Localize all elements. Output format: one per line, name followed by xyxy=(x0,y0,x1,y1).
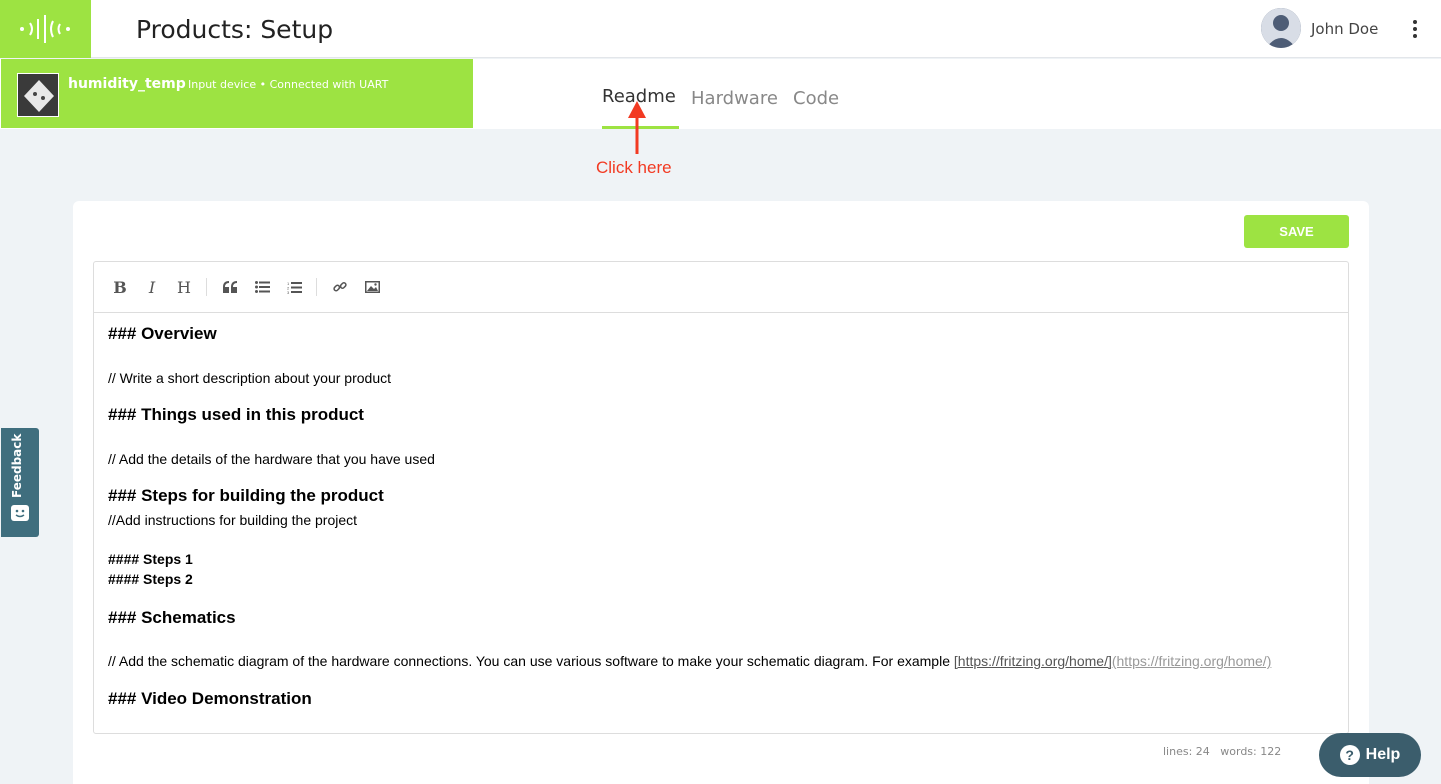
annotation-arrow-icon xyxy=(628,101,646,154)
annotation-label: Click here xyxy=(596,158,672,177)
editor-toolbar: B I H 123 xyxy=(94,262,1348,313)
heading-schematics: ### Schematics xyxy=(108,608,236,627)
avatar[interactable] xyxy=(1261,8,1301,48)
heading-steps-1: #### Steps 1 xyxy=(108,551,193,567)
svg-text:3: 3 xyxy=(287,290,290,294)
toolbar-divider xyxy=(316,278,317,296)
device-meta: Input device • Connected with UART xyxy=(188,78,389,91)
heading-steps-2: #### Steps 2 xyxy=(108,571,193,587)
kebab-menu-icon[interactable] xyxy=(1405,16,1425,42)
readme-card: SAVE B I H 123 ### Overview // Write a s… xyxy=(73,201,1369,784)
heading-icon[interactable]: H xyxy=(173,277,195,297)
text-steps: //Add instructions for building the proj… xyxy=(108,512,358,528)
user-name[interactable]: John Doe xyxy=(1311,20,1378,38)
heading-video: ### Video Demonstration xyxy=(108,689,312,708)
help-button[interactable]: ? Help xyxy=(1319,733,1421,777)
tab-code[interactable]: Code xyxy=(793,88,839,109)
heading-things: ### Things used in this product xyxy=(108,405,364,424)
tab-hardware[interactable]: Hardware xyxy=(691,88,778,109)
image-icon[interactable] xyxy=(361,277,383,297)
schematics-text: // Add the schematic diagram of the hard… xyxy=(108,653,954,669)
fritzing-link-text[interactable]: [https://fritzing.org/home/] xyxy=(954,653,1112,669)
italic-icon[interactable]: I xyxy=(141,277,163,297)
text-schematics: // Add the schematic diagram of the hard… xyxy=(108,653,1271,669)
feedback-label: Feedback xyxy=(10,433,24,498)
device-panel: humidity_temp Input device • Connected w… xyxy=(1,59,473,128)
unordered-list-icon[interactable] xyxy=(251,277,273,297)
feedback-tab[interactable]: Feedback xyxy=(1,428,39,537)
editor-stats: lines: 24 words: 122 xyxy=(1163,745,1282,758)
heading-overview: ### Overview xyxy=(108,324,217,343)
top-bar: Products: Setup John Doe xyxy=(0,0,1441,58)
toolbar-divider xyxy=(206,278,207,296)
device-name: humidity_temp xyxy=(68,76,186,92)
bold-icon[interactable]: B xyxy=(109,277,131,297)
page-title: Products: Setup xyxy=(136,15,334,44)
ordered-list-icon[interactable]: 123 xyxy=(283,277,305,297)
link-icon[interactable] xyxy=(329,277,351,297)
text-overview: // Write a short description about your … xyxy=(108,370,391,386)
device-thumbnail xyxy=(17,73,59,117)
heading-steps: ### Steps for building the product xyxy=(108,486,384,505)
sound-waves-logo-icon[interactable] xyxy=(0,0,91,58)
quote-icon[interactable] xyxy=(219,277,241,297)
text-things: // Add the details of the hardware that … xyxy=(108,451,435,467)
fritzing-link-url[interactable]: (https://fritzing.org/home/) xyxy=(1112,653,1272,669)
question-icon: ? xyxy=(1339,745,1360,765)
save-button[interactable]: SAVE xyxy=(1244,215,1349,248)
sub-bar: humidity_temp Input device • Connected w… xyxy=(0,59,1441,129)
feedback-smiley-icon xyxy=(11,505,29,521)
markdown-editor[interactable]: B I H 123 ### Overview // Write a short … xyxy=(93,261,1349,734)
help-label: Help xyxy=(1365,746,1401,763)
